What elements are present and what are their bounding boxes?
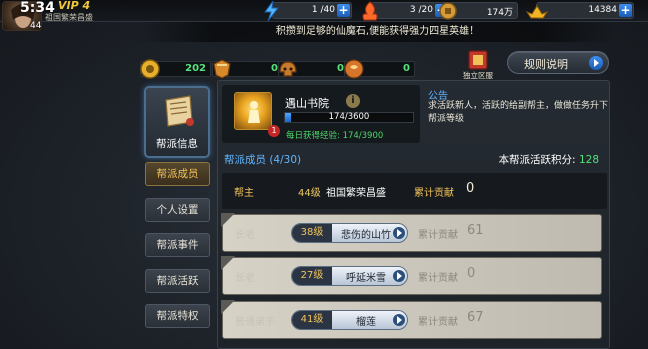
member-name: 榴莲 <box>356 317 376 328</box>
zone-chest-icon <box>468 50 488 70</box>
contribution-value: 0 <box>467 266 476 281</box>
top-status-bar: 44 5:34 VIP 4 祖国繁荣昌盛 1 /40 + 3 /20 + 174… <box>0 0 648 31</box>
member-pill[interactable]: 27级 呼延米雪 <box>291 266 408 286</box>
energy-icon <box>362 1 378 21</box>
tab-personal-settings[interactable]: 个人设置 <box>145 198 210 222</box>
daily-exp: 每日获得经验: 174/3900 <box>286 131 384 141</box>
info-icon[interactable]: i <box>346 94 360 108</box>
academy-icon[interactable] <box>234 92 272 130</box>
arrow-right-icon <box>393 314 405 326</box>
role-label: 长老 <box>235 273 255 284</box>
arrow-right-icon <box>393 227 405 239</box>
tab-guild-info[interactable]: 帮派信息 <box>144 86 210 158</box>
role-label: 长老 <box>235 230 255 241</box>
members-header: 帮派成员 (4/30) <box>224 154 302 166</box>
coin-value: 174万 <box>486 8 513 18</box>
scroll-icon <box>344 59 364 79</box>
contribution-label: 累计贡献 <box>418 230 458 241</box>
contribution-value: 0 <box>466 181 475 196</box>
stamina-value: 1 /40 <box>311 5 335 15</box>
gold-value: 14384 <box>588 5 617 15</box>
contribution-label: 累计贡献 <box>418 317 458 328</box>
role-label: 普通弟子 <box>235 317 275 328</box>
scroll-value: 0 <box>403 63 410 74</box>
badge-counter: 0 <box>212 59 283 79</box>
energy-value: 3 /20 <box>409 5 433 15</box>
member-pill[interactable]: 38级 悲伤的山竹 <box>291 223 408 243</box>
coin-counter: 174万 <box>439 2 518 20</box>
contribution-value: 61 <box>467 223 484 238</box>
member-name: 祖国繁荣昌盛 <box>326 188 386 199</box>
academy-level-badge: 1 <box>268 125 280 137</box>
tab-guild-privileges[interactable]: 帮派特权 <box>145 304 210 328</box>
stamina-icon <box>264 0 280 22</box>
rules-label: 规则说明 <box>524 58 568 71</box>
vip-badge: VIP 4 <box>58 0 91 12</box>
activity-score: 本帮派活跃积分: 128 <box>499 152 599 167</box>
academy-title: 遇山书院 <box>285 97 329 110</box>
scrolling-banner: 积攒到足够的仙魔石,便能获得强力四星英雄！ <box>140 22 615 42</box>
tab-guild-info-label: 帮派信息 <box>156 138 198 150</box>
member-level: 38级 <box>292 224 332 242</box>
academy-progress-text: 174/3600 <box>328 112 370 122</box>
member-name: 呼延米雪 <box>346 273 386 284</box>
gold-counter: 14384 + <box>525 2 634 19</box>
add-gold-button[interactable]: + <box>619 4 632 17</box>
leader-row[interactable]: 帮主 44级 祖国繁荣昌盛 累计贡献 0 <box>222 173 607 209</box>
rules-button[interactable]: 规则说明 <box>507 51 609 74</box>
contribution-label: 累计贡献 <box>414 188 454 199</box>
contribution-icon <box>140 59 160 79</box>
arrow-right-icon <box>393 270 405 282</box>
tab-members[interactable]: 帮派成员 <box>145 162 210 186</box>
helmet-icon <box>279 61 297 77</box>
arrow-right-icon <box>589 56 603 70</box>
contribution-counter: 202 <box>140 59 211 79</box>
activity-score-label: 本帮派活跃积分: <box>498 154 576 166</box>
member-level: 44级 <box>298 188 321 199</box>
scroll-counter: 0 <box>344 59 415 79</box>
scroll-icon <box>165 95 194 127</box>
member-row[interactable]: 普通弟子 41级 榴莲 累计贡献 67 <box>221 300 602 339</box>
sidebar: 帮派信息 帮派成员 个人设置 帮派事件 帮派活跃 帮派特权 <box>138 80 214 349</box>
tab-guild-events[interactable]: 帮派事件 <box>145 233 210 257</box>
member-pill[interactable]: 41级 榴莲 <box>291 310 408 330</box>
activity-score-value: 128 <box>578 154 599 166</box>
gold-ingot-icon <box>525 5 549 19</box>
player-level: 44 <box>30 21 42 31</box>
member-row[interactable]: 长老 38级 悲伤的山竹 累计贡献 61 <box>221 213 602 252</box>
coin-icon <box>439 2 457 20</box>
game-screen: 44 5:34 VIP 4 祖国繁荣昌盛 1 /40 + 3 /20 + 174… <box>0 0 648 349</box>
notice-text: 求活跃新人，活跃的给副帮主，做做任务升下帮派等级 <box>428 101 609 124</box>
guild-panel: 1 遇山书院 i 174/3600 每日获得经验: 174/3900 公告 求活… <box>217 80 610 349</box>
member-level: 41级 <box>292 311 332 329</box>
contribution-value: 67 <box>467 310 484 325</box>
player-name: 祖国繁荣昌盛 <box>45 13 93 22</box>
helmet-counter: 0 <box>278 61 349 77</box>
guild-badge-icon <box>213 59 231 79</box>
independent-zone-button[interactable]: 独立区服 <box>459 48 497 81</box>
member-name: 悲伤的山竹 <box>341 230 391 241</box>
contribution-label: 累计贡献 <box>418 273 458 284</box>
academy-progress-bar: 174/3600 <box>284 112 414 123</box>
role-label: 帮主 <box>234 188 254 199</box>
academy-card: 1 遇山书院 i 174/3600 每日获得经验: 174/3900 <box>222 85 420 143</box>
tab-guild-activity[interactable]: 帮派活跃 <box>145 269 210 293</box>
member-level: 27级 <box>292 267 332 285</box>
stamina-counter: 1 /40 + <box>264 0 352 22</box>
add-stamina-button[interactable]: + <box>337 4 350 17</box>
contribution-value: 202 <box>185 63 206 74</box>
member-row[interactable]: 长老 27级 呼延米雪 累计贡献 0 <box>221 256 602 295</box>
